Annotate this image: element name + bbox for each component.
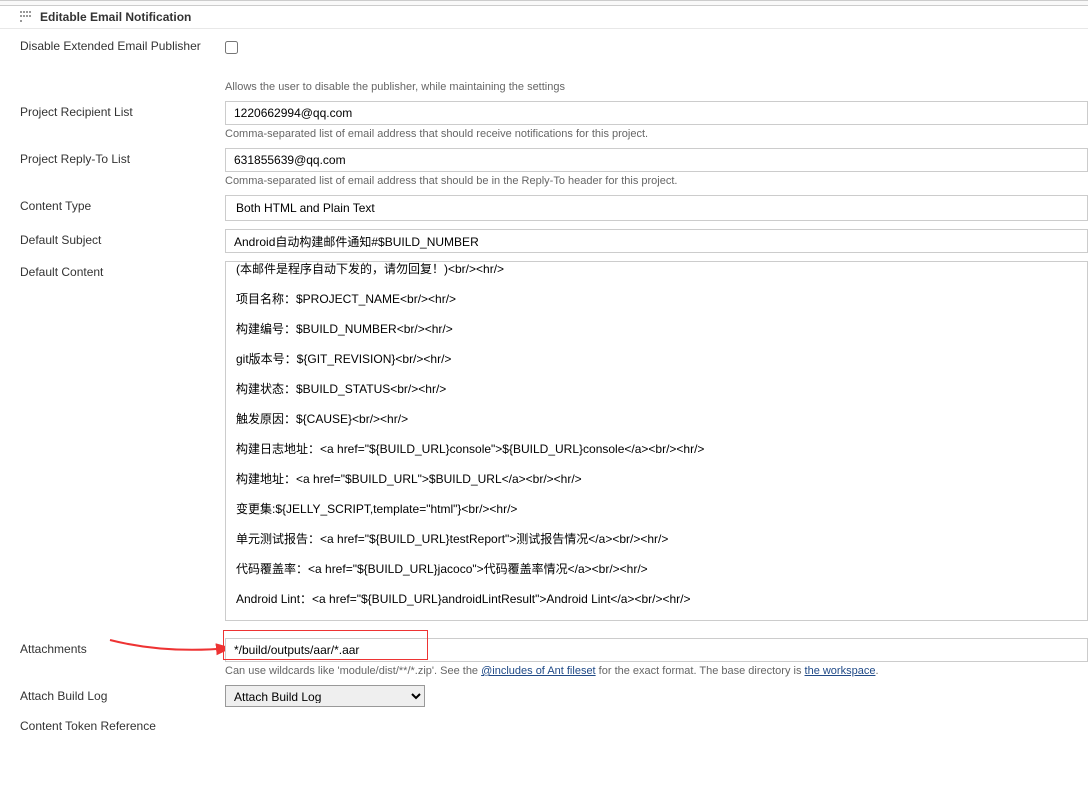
attachments-help: Can use wildcards like 'module/dist/**/*…	[225, 665, 1088, 677]
disable-publisher-checkbox[interactable]	[225, 41, 238, 54]
recipient-list-row: Project Recipient List Comma-separated l…	[20, 101, 1088, 140]
content-type-row: Content Type	[20, 195, 1088, 221]
attach-build-log-row: Attach Build Log Attach Build Log	[20, 685, 1088, 707]
section-header: Editable Email Notification	[0, 6, 1088, 29]
arrow-annotation-icon	[105, 636, 235, 658]
disable-publisher-help: Allows the user to disable the publisher…	[225, 81, 1088, 93]
reply-to-list-input[interactable]	[225, 148, 1088, 172]
default-content-textarea[interactable]	[225, 261, 1088, 621]
default-subject-input[interactable]	[225, 229, 1088, 253]
attachments-row: Attachments Can use wildcards like 'modu…	[20, 638, 1088, 677]
attach-build-log-select[interactable]: Attach Build Log	[225, 685, 425, 707]
disable-publisher-row: Disable Extended Email Publisher Allows …	[20, 35, 1088, 93]
default-subject-row: Default Subject	[20, 229, 1088, 253]
content-token-ref-label: Content Token Reference	[20, 715, 225, 733]
attachments-input[interactable]	[225, 638, 1088, 662]
reply-to-list-row: Project Reply-To List Comma-separated li…	[20, 148, 1088, 187]
attach-build-log-label: Attach Build Log	[20, 685, 225, 703]
default-subject-label: Default Subject	[20, 229, 225, 247]
recipient-list-input[interactable]	[225, 101, 1088, 125]
workspace-link[interactable]: the workspace	[805, 665, 876, 677]
attachments-label: Attachments	[20, 638, 225, 656]
content-token-ref-row: Content Token Reference	[20, 715, 1088, 733]
section-title: Editable Email Notification	[40, 10, 191, 24]
disable-publisher-label: Disable Extended Email Publisher	[20, 35, 225, 53]
recipient-list-label: Project Recipient List	[20, 101, 225, 119]
reply-to-list-help: Comma-separated list of email address th…	[225, 175, 1088, 187]
reply-to-list-label: Project Reply-To List	[20, 148, 225, 166]
ant-fileset-link[interactable]: @includes of Ant fileset	[481, 665, 596, 677]
drag-handle-icon[interactable]	[20, 11, 32, 23]
default-content-label: Default Content	[20, 261, 225, 279]
content-type-label: Content Type	[20, 195, 225, 213]
content-type-input[interactable]	[225, 195, 1088, 221]
recipient-list-help: Comma-separated list of email address th…	[225, 128, 1088, 140]
default-content-row: Default Content	[20, 261, 1088, 624]
